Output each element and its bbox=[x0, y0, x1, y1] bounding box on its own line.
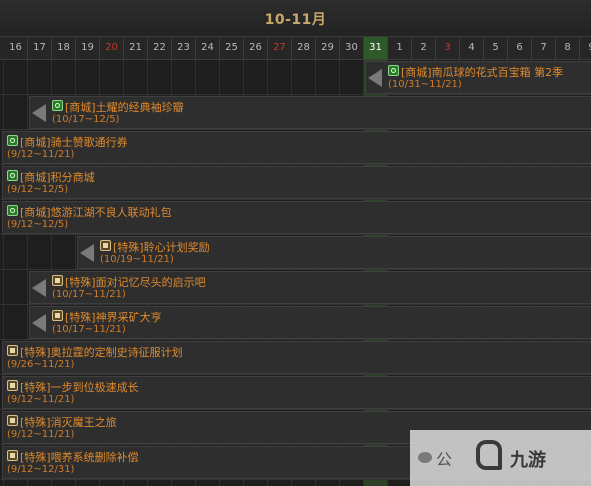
event-bar[interactable]: [商城]骑士赞歌通行券 (9/12~11/21) bbox=[2, 131, 591, 164]
day-cell: 8 bbox=[556, 37, 580, 59]
watermark: 公 九游 bbox=[410, 430, 591, 486]
day-cell: 1 bbox=[388, 37, 412, 59]
event-timeline-grid: [商城]南瓜球的花式百宝箱 第2季 (10/31~11/21) [商城]土耀的经典袖… bbox=[0, 60, 591, 486]
row-divider bbox=[0, 269, 591, 270]
day-cell: 22 bbox=[148, 37, 172, 59]
event-date-range: (9/26~11/21) bbox=[7, 359, 75, 370]
event-date-range: (9/12~11/21) bbox=[7, 149, 75, 160]
continuation-arrow-icon bbox=[368, 69, 382, 87]
row-divider bbox=[0, 234, 591, 235]
day-cell: 30 bbox=[340, 37, 364, 59]
brand-logo-icon bbox=[476, 440, 502, 470]
special-icon bbox=[100, 240, 111, 251]
day-cell: 5 bbox=[484, 37, 508, 59]
event-name: [特殊]喂养系统删除补偿 bbox=[20, 451, 139, 464]
event-name: [商城]悠游江湖不良人联动礼包 bbox=[20, 206, 172, 219]
day-cell: 9 bbox=[580, 37, 591, 59]
shop-icon bbox=[7, 205, 18, 216]
wechat-icon bbox=[418, 452, 432, 463]
event-date-range: (9/12~11/21) bbox=[7, 394, 75, 405]
watermark-partial-text: 公 bbox=[436, 450, 453, 469]
continuation-arrow-icon bbox=[80, 244, 94, 262]
event-bar[interactable]: [商城]土耀的经典袖珍瓣 (10/17~12/5) bbox=[29, 96, 591, 129]
day-cell: 18 bbox=[52, 37, 76, 59]
watermark-brand-text: 九游 bbox=[510, 450, 546, 471]
calendar-header: 10-11月 bbox=[0, 0, 591, 37]
continuation-arrow-icon bbox=[32, 279, 46, 297]
day-cell: 27 bbox=[268, 37, 292, 59]
event-date-range: (10/17~11/21) bbox=[52, 289, 126, 300]
continuation-arrow-icon bbox=[32, 104, 46, 122]
day-cell: 20 bbox=[100, 37, 124, 59]
row-divider bbox=[0, 339, 591, 340]
special-icon bbox=[7, 450, 18, 461]
shop-icon bbox=[52, 100, 63, 111]
day-header-row: 16 17 18 19 20 21 22 23 24 25 26 27 28 29 30 31 1 2 3 4 5 6 7 8… bbox=[0, 37, 591, 60]
day-cell: 21 bbox=[124, 37, 148, 59]
event-name: [特殊]面对记忆尽头的启示吧 bbox=[65, 276, 206, 289]
day-cell: 23 bbox=[172, 37, 196, 59]
shop-icon bbox=[7, 135, 18, 146]
event-date-range: (9/12~12/5) bbox=[7, 219, 69, 230]
event-date-range: (9/12~12/31) bbox=[7, 464, 75, 475]
event-bar[interactable]: [商城]悠游江湖不良人联动礼包 (9/12~12/5) bbox=[2, 201, 591, 234]
day-cell: 24 bbox=[196, 37, 220, 59]
row-divider bbox=[0, 304, 591, 305]
day-cell: 3 bbox=[436, 37, 460, 59]
event-bar[interactable]: [商城]积分商城 (9/12~12/5) bbox=[2, 166, 591, 199]
event-name: [商城]南瓜球的花式百宝箱 第2季 bbox=[401, 66, 564, 79]
special-icon bbox=[7, 345, 18, 356]
event-date-range: (9/12~12/5) bbox=[7, 184, 69, 195]
event-name: [特殊]聆心计划奖励 bbox=[113, 241, 210, 254]
day-cell: 25 bbox=[220, 37, 244, 59]
event-date-range: (9/12~11/21) bbox=[7, 429, 75, 440]
event-date-range: (10/17~12/5) bbox=[52, 114, 120, 125]
month-title: 10-11月 bbox=[264, 12, 327, 28]
event-date-range: (10/17~11/21) bbox=[52, 324, 126, 335]
day-cell: 31 bbox=[364, 37, 388, 59]
special-icon bbox=[52, 310, 63, 321]
special-icon bbox=[7, 380, 18, 391]
event-name: [商城]骑士赞歌通行券 bbox=[20, 136, 128, 149]
event-date-range: (10/31~11/21) bbox=[388, 79, 462, 90]
event-name: [商城]土耀的经典袖珍瓣 bbox=[65, 101, 184, 114]
day-cell: 2 bbox=[412, 37, 436, 59]
day-cell: 28 bbox=[292, 37, 316, 59]
row-divider bbox=[0, 129, 591, 130]
special-icon bbox=[7, 415, 18, 426]
row-divider bbox=[0, 409, 591, 410]
event-bar[interactable]: [特殊]神界采矿大亨 (10/17~11/21) bbox=[29, 306, 591, 339]
day-cell: 6 bbox=[508, 37, 532, 59]
event-name: [特殊]奥拉霆的定制史诗征服计划 bbox=[20, 346, 183, 359]
event-name: [特殊]神界采矿大亨 bbox=[65, 311, 162, 324]
event-bar[interactable]: [商城]南瓜球的花式百宝箱 第2季 (10/31~11/21) bbox=[365, 61, 591, 94]
special-icon bbox=[52, 275, 63, 286]
day-cell: 19 bbox=[76, 37, 100, 59]
shop-icon bbox=[7, 170, 18, 181]
row-divider bbox=[0, 94, 591, 95]
event-bar[interactable]: [特殊]一步到位极速成长 (9/12~11/21) bbox=[2, 376, 591, 409]
event-name: [商城]积分商城 bbox=[20, 171, 95, 184]
day-cell: 16 bbox=[4, 37, 28, 59]
day-cell: 4 bbox=[460, 37, 484, 59]
shop-icon bbox=[388, 65, 399, 76]
day-cell: 26 bbox=[244, 37, 268, 59]
day-cell: 7 bbox=[532, 37, 556, 59]
row-divider bbox=[0, 164, 591, 165]
row-divider bbox=[0, 374, 591, 375]
event-bar[interactable]: [特殊]面对记忆尽头的启示吧 (10/17~11/21) bbox=[29, 271, 591, 304]
event-name: [特殊]消灭魔王之旅 bbox=[20, 416, 117, 429]
row-divider bbox=[0, 199, 591, 200]
event-bar[interactable]: [特殊]奥拉霆的定制史诗征服计划 (9/26~11/21) bbox=[2, 341, 591, 374]
event-name: [特殊]一步到位极速成长 bbox=[20, 381, 139, 394]
day-cell: 29 bbox=[316, 37, 340, 59]
continuation-arrow-icon bbox=[32, 314, 46, 332]
event-date-range: (10/19~11/21) bbox=[100, 254, 174, 265]
event-bar[interactable]: [特殊]聆心计划奖励 (10/19~11/21) bbox=[77, 236, 591, 269]
day-cell: 17 bbox=[28, 37, 52, 59]
